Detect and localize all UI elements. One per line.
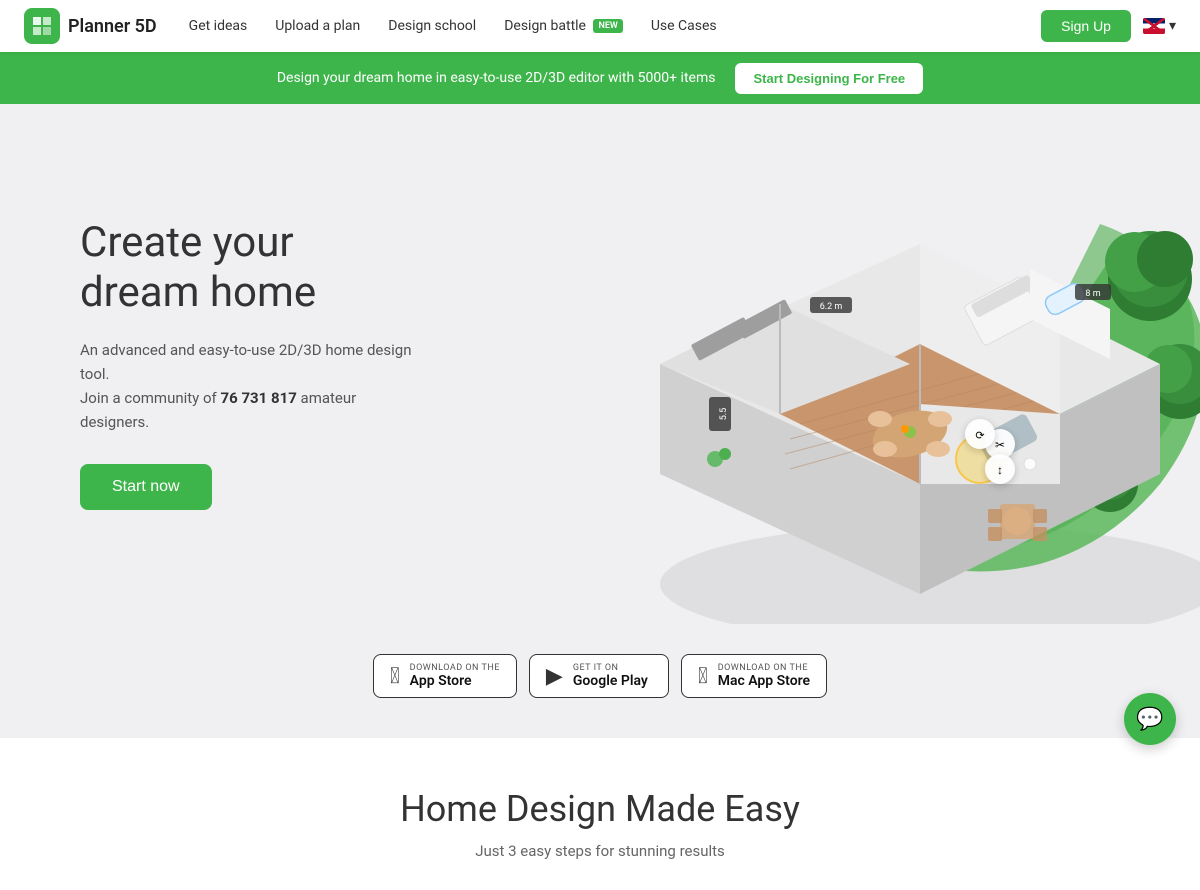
chat-icon: 💬 bbox=[1136, 707, 1163, 732]
google-play-button[interactable]: ▶ GET IT ON Google Play bbox=[529, 654, 669, 698]
lang-label: ▾ bbox=[1169, 18, 1176, 34]
app-store-button[interactable]:  Download on the App Store bbox=[373, 654, 517, 698]
navbar: Planner 5D Get ideas Upload a plan Desig… bbox=[0, 0, 1200, 52]
nav-links: Get ideas Upload a plan Design school De… bbox=[189, 18, 1042, 34]
bottom-title: Home Design Made Easy bbox=[24, 788, 1176, 830]
svg-text:5.5: 5.5 bbox=[719, 408, 729, 421]
bottom-subtitle: Just 3 easy steps for stunning results bbox=[24, 842, 1176, 860]
promo-banner: Design your dream home in easy-to-use 2D… bbox=[0, 52, 1200, 104]
play-icon: ▶ bbox=[546, 664, 563, 689]
svg-text:6.2 m: 6.2 m bbox=[820, 302, 843, 312]
chat-button[interactable]: 💬 bbox=[1124, 693, 1176, 745]
logo[interactable]: Planner 5D bbox=[24, 8, 157, 44]
mac-app-store-button[interactable]:  Download on the Mac App Store bbox=[681, 654, 827, 698]
logo-icon bbox=[24, 8, 60, 44]
app-store-text: Download on the App Store bbox=[410, 663, 500, 689]
svg-text:8 m: 8 m bbox=[1085, 289, 1100, 299]
mac-app-store-text: Download on the Mac App Store bbox=[718, 663, 810, 689]
nav-right: Sign Up ▾ bbox=[1041, 10, 1176, 42]
new-badge: NEW bbox=[593, 19, 622, 33]
svg-text:✂: ✂ bbox=[995, 438, 1005, 452]
apple-icon:  bbox=[390, 664, 400, 689]
logo-text: Planner 5D bbox=[68, 16, 157, 37]
banner-text: Design your dream home in easy-to-use 2D… bbox=[277, 70, 716, 86]
start-now-button[interactable]: Start now bbox=[80, 464, 212, 510]
signup-button[interactable]: Sign Up bbox=[1041, 10, 1131, 42]
hero-content: Create your dream home An advanced and e… bbox=[0, 158, 500, 571]
nav-get-ideas[interactable]: Get ideas bbox=[189, 18, 248, 34]
floorplan-illustration: ✂ ↕ ⟳ 6.2 m 8 m 5.5 bbox=[540, 104, 1200, 624]
nav-upload-plan[interactable]: Upload a plan bbox=[275, 18, 360, 34]
start-designing-button[interactable]: Start Designing For Free bbox=[735, 63, 923, 94]
hero-title: Create your dream home bbox=[80, 218, 420, 319]
community-count: 76 731 817 bbox=[221, 389, 297, 407]
apple-mac-icon:  bbox=[698, 664, 708, 689]
flag-icon bbox=[1143, 18, 1165, 34]
svg-text:↕: ↕ bbox=[997, 463, 1003, 477]
hero-section: Create your dream home An advanced and e… bbox=[0, 104, 1200, 624]
svg-text:⟳: ⟳ bbox=[975, 429, 984, 442]
bottom-section: Home Design Made Easy Just 3 easy steps … bbox=[0, 738, 1200, 890]
nav-design-school[interactable]: Design school bbox=[388, 18, 476, 34]
nav-design-battle[interactable]: Design battle NEW bbox=[504, 18, 623, 34]
store-buttons-section:  Download on the App Store ▶ GET IT ON … bbox=[0, 624, 1200, 738]
google-play-text: GET IT ON Google Play bbox=[573, 663, 648, 689]
hero-description: An advanced and easy-to-use 2D/3D home d… bbox=[80, 338, 420, 434]
nav-use-cases[interactable]: Use Cases bbox=[651, 18, 717, 34]
language-selector[interactable]: ▾ bbox=[1143, 18, 1176, 34]
